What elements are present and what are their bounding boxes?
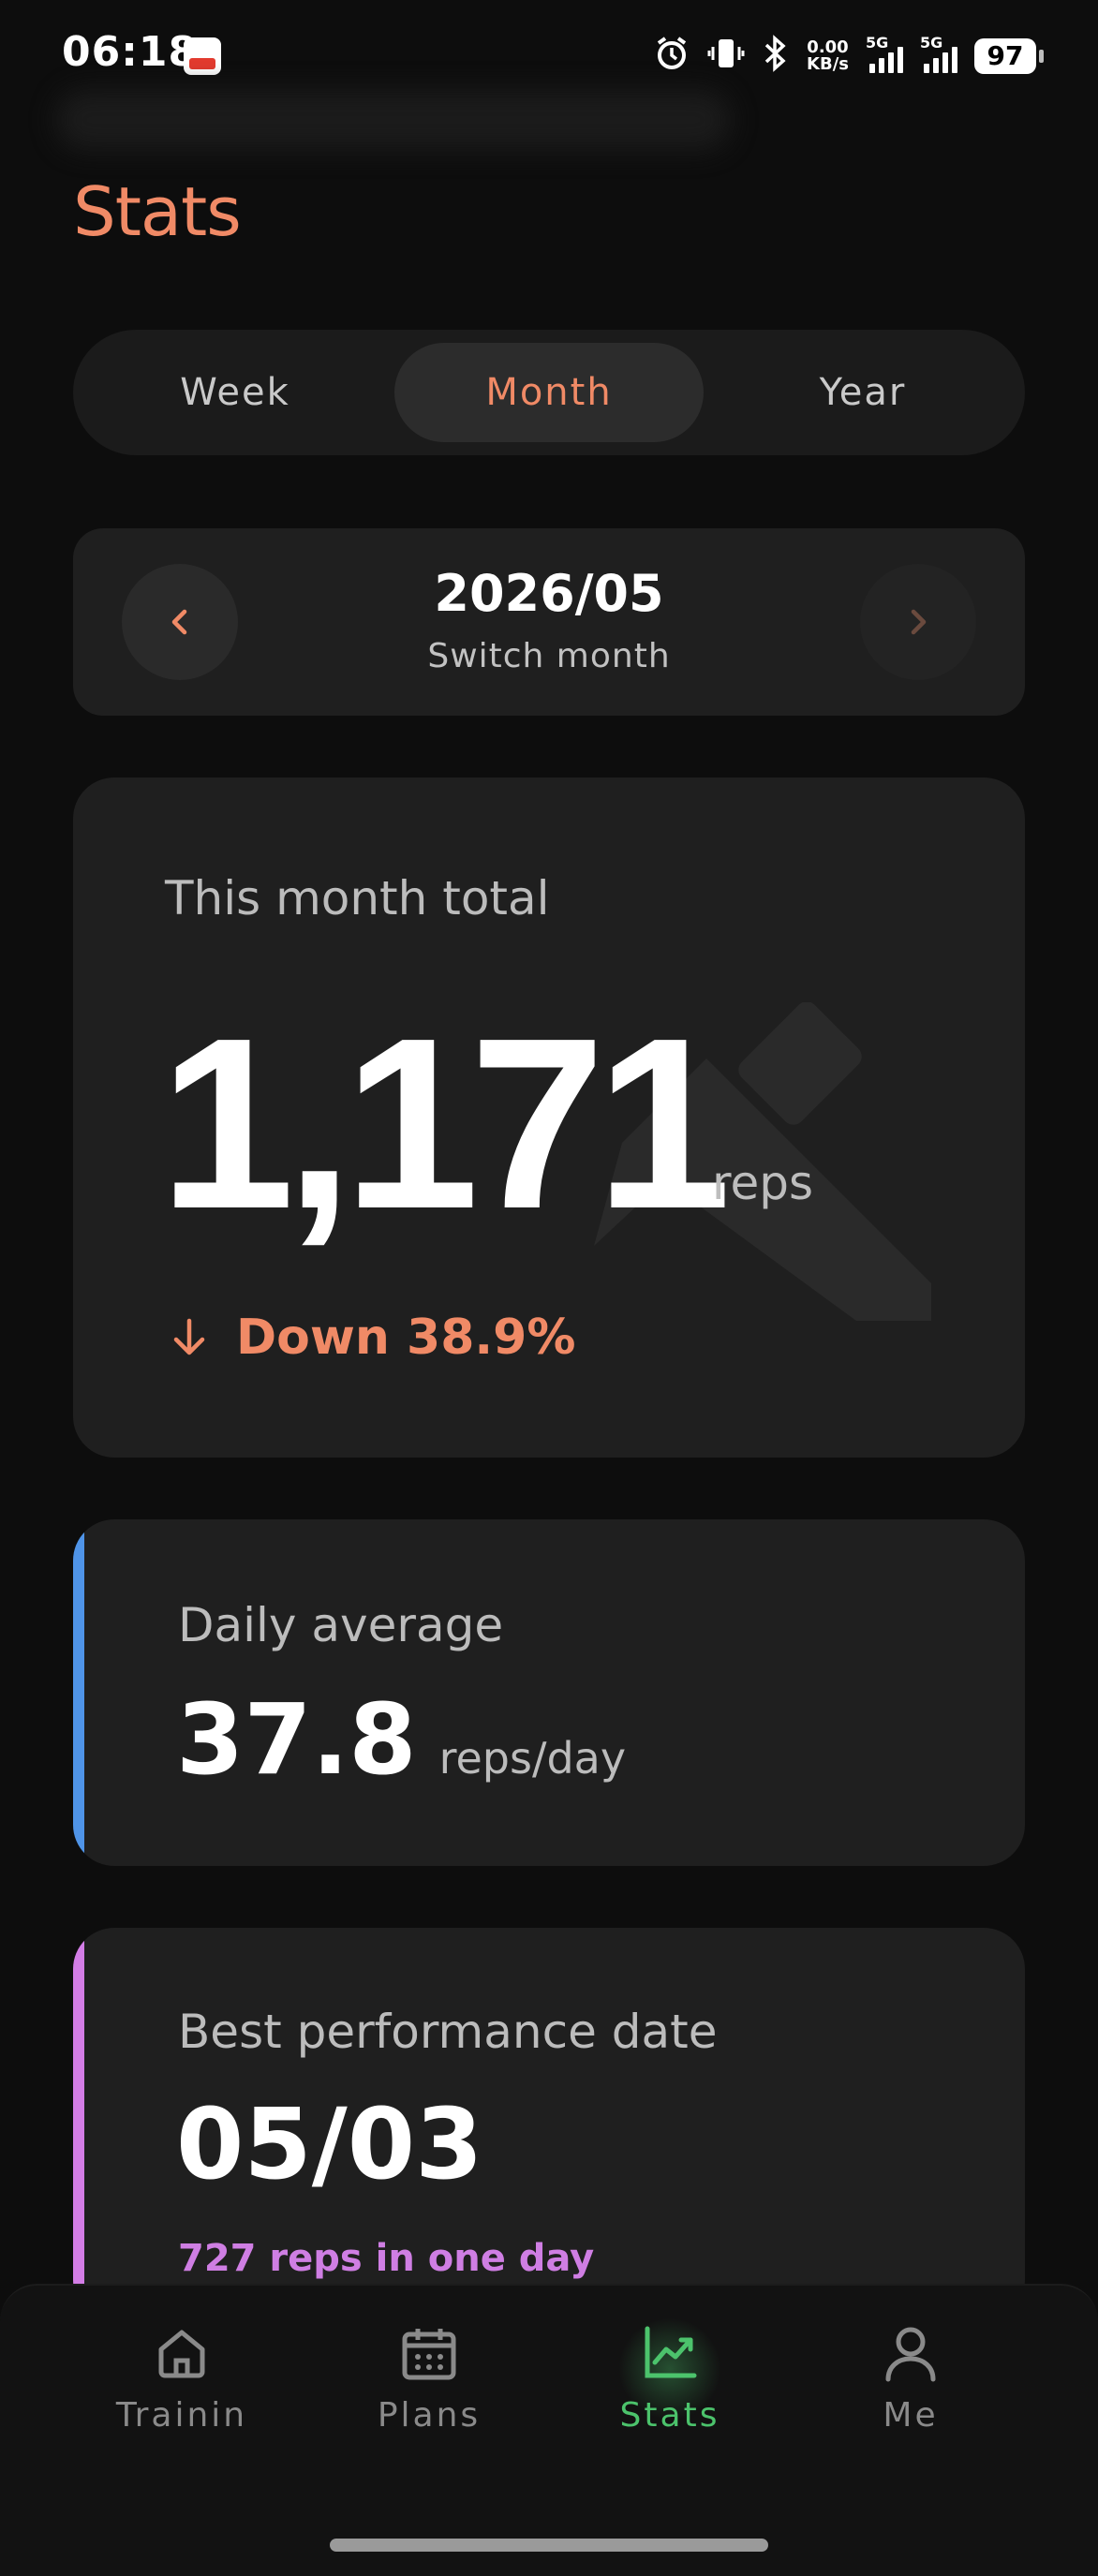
nav-item-me[interactable]: Me — [817, 2323, 1004, 2435]
nav-label-me: Me — [883, 2396, 939, 2435]
network-speed-unit: KB/s — [807, 54, 849, 74]
bluetooth-icon — [762, 34, 790, 79]
period-tabs: Week Month Year — [73, 330, 1025, 455]
home-indicator[interactable] — [330, 2539, 768, 2552]
chevron-right-icon — [911, 609, 927, 635]
network-speed: 0.00 KB/s — [807, 39, 849, 73]
status-icons: 0.00 KB/s 5G 5G 97 — [653, 32, 1044, 81]
best-date-label: Best performance date — [178, 2005, 718, 2059]
month-switcher: 2026/05 Switch month — [73, 528, 1025, 716]
daily-average-value-row: 37.8 reps/day — [176, 1682, 626, 1797]
monthly-total-card: This month total 1,171 reps Down 38.9% — [73, 777, 1025, 1458]
blurred-notification-strip — [56, 90, 731, 150]
nav-label-plans: Plans — [377, 2396, 482, 2435]
signal-icon-sim1: 5G — [866, 34, 903, 73]
bottom-navigation: Trainin Plans Stats Me — [0, 2284, 1098, 2576]
best-date-note: 727 reps in one day — [178, 2237, 595, 2280]
trend-indicator: Down 38.9% — [171, 1310, 575, 1366]
trend-text: Down 38.9% — [236, 1310, 576, 1366]
alarm-icon — [653, 35, 690, 79]
status-time: 06:18 — [62, 28, 199, 76]
daily-average-unit: reps/day — [438, 1733, 627, 1784]
daily-average-label: Daily average — [178, 1598, 504, 1652]
total-unit: reps — [712, 1156, 814, 1210]
battery-icon: 97 — [974, 38, 1044, 74]
best-performance-card: Best performance date 05/03 727 reps in … — [73, 1928, 1025, 2321]
sim1-label: 5G — [866, 34, 889, 52]
tab-year[interactable]: Year — [708, 343, 1017, 442]
chart-icon — [645, 2326, 697, 2378]
home-icon — [158, 2330, 205, 2378]
tab-month[interactable]: Month — [394, 343, 704, 442]
nav-item-stats[interactable]: Stats — [576, 2317, 764, 2435]
total-value: 1,171 — [159, 988, 732, 1260]
person-icon — [885, 2327, 936, 2382]
daily-average-card: Daily average 37.8 reps/day — [73, 1519, 1025, 1866]
sim2-label: 5G — [920, 34, 943, 52]
vibrate-icon — [707, 35, 745, 79]
nav-label-training: Trainin — [115, 2396, 248, 2435]
daily-average-value: 37.8 — [176, 1682, 417, 1797]
nav-item-training[interactable]: Trainin — [88, 2323, 275, 2435]
page-title: Stats — [73, 172, 242, 251]
best-date-value: 05/03 — [176, 2087, 483, 2201]
signal-icon-sim2: 5G — [920, 34, 957, 73]
calendar-icon — [402, 2329, 456, 2380]
arrow-down-icon — [173, 1318, 205, 1355]
total-label: This month total — [165, 871, 550, 925]
nav-item-plans[interactable]: Plans — [335, 2323, 523, 2435]
next-month-button[interactable] — [860, 564, 976, 680]
tab-week[interactable]: Week — [81, 343, 390, 442]
app-notification-icon — [184, 37, 221, 75]
